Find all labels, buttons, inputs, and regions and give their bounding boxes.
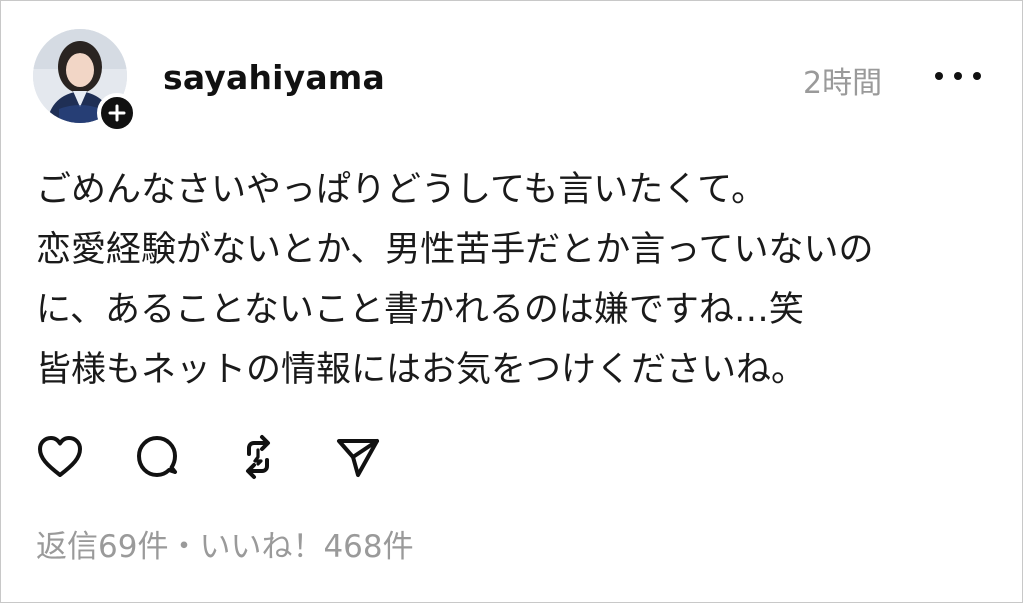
reply-button[interactable] [132, 431, 184, 483]
post-body-line: 皆様もネットの情報にはお気をつけくださいね。 [36, 350, 807, 390]
post-timestamp: 2時間 [803, 66, 883, 101]
avatar[interactable] [33, 29, 137, 133]
username[interactable]: sayahiyama [163, 58, 385, 97]
post-body: ごめんなさいやっぱりどうしても言いたくて。 恋愛経験がないとか、男性苦手だとか言… [36, 160, 996, 400]
heart-icon [38, 436, 82, 477]
plus-icon [108, 104, 126, 122]
more-horizontal-icon-dot [935, 72, 943, 80]
post-card: sayahiyama 2時間 ごめんなさいやっぱりどうしても言いたくて。 恋愛経… [0, 0, 1023, 603]
follow-button[interactable] [97, 93, 137, 133]
like-button[interactable] [34, 431, 86, 483]
share-button[interactable] [332, 431, 384, 483]
post-body-line: に、あることないこと書かれるのは嫌ですね…笑 [36, 290, 804, 330]
send-icon [337, 439, 379, 477]
comment-icon [137, 436, 177, 477]
post-body-line: ごめんなさいやっぱりどうしても言いたくて。 [36, 170, 767, 210]
repost-icon [246, 435, 270, 479]
post-body-line: 恋愛経験がないとか、男性苦手だとか言っていないの [36, 230, 874, 270]
post-stats[interactable]: 返信69件・いいね！468件 [36, 521, 414, 566]
more-options-button[interactable] [935, 58, 981, 94]
more-horizontal-icon-dot [954, 72, 962, 80]
more-horizontal-icon-dot [973, 72, 981, 80]
repost-button[interactable] [232, 431, 284, 483]
